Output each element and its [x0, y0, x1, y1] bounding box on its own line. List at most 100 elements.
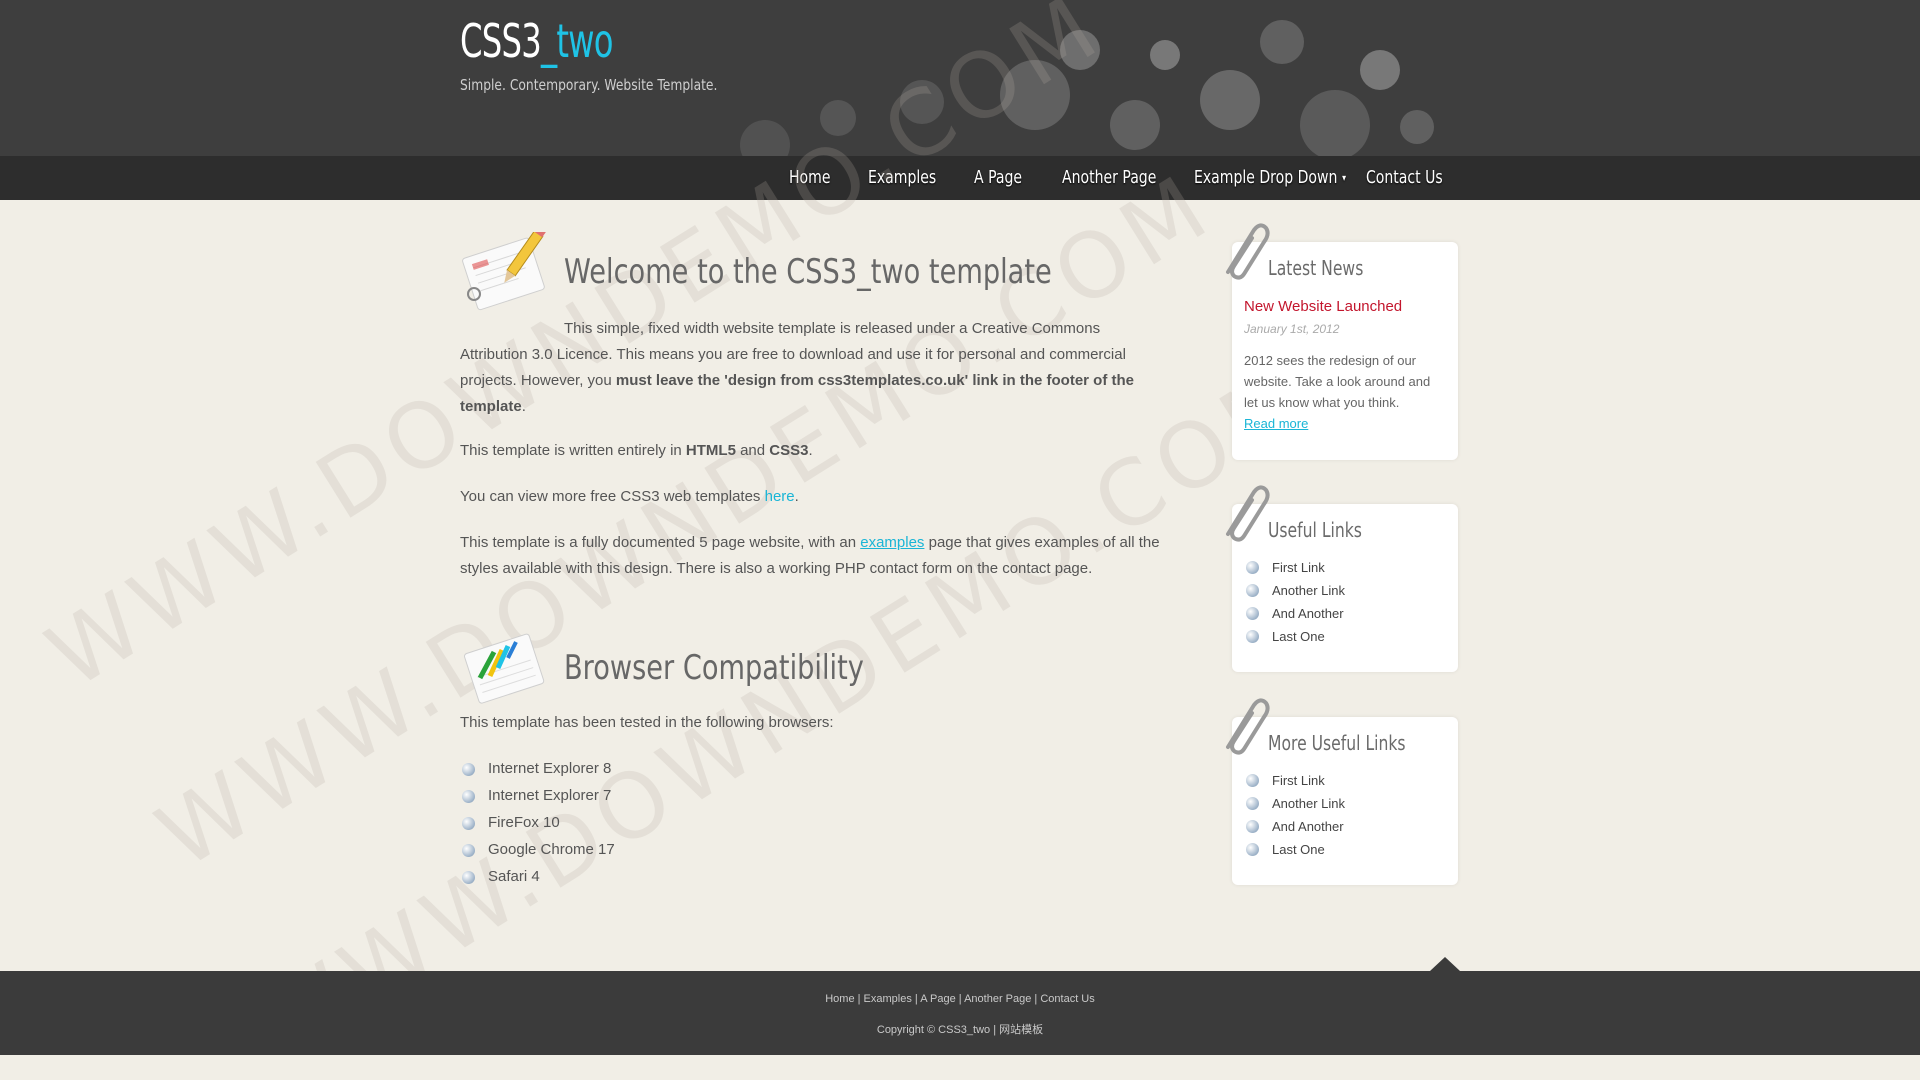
- sidebar-link[interactable]: Last One: [1244, 629, 1345, 652]
- bokeh-decoration: [1000, 60, 1070, 130]
- sidebar-link[interactable]: Another Link: [1244, 796, 1345, 819]
- dropdown-arrow-icon: ▾: [1342, 172, 1347, 184]
- list-item-label: Internet Explorer 7: [488, 787, 612, 804]
- bullet-icon: [462, 763, 475, 776]
- bullet-icon: [462, 817, 475, 830]
- footer-link-a-page[interactable]: A Page: [920, 993, 955, 1005]
- paperclip-icon: [1226, 698, 1270, 755]
- documented-text: This template is a fully documented 5 pa…: [460, 534, 857, 551]
- more-templates-end: .: [794, 488, 799, 505]
- bullet-icon: [1246, 820, 1259, 833]
- here-link[interactable]: here: [765, 488, 795, 505]
- browser-compat-title: Browser Compatibility: [564, 648, 864, 688]
- read-more-link[interactable]: Read more: [1244, 416, 1308, 431]
- welcome-title: Welcome to the CSS3_two template: [564, 252, 1052, 292]
- bullet-icon: [1246, 797, 1259, 810]
- list-item: Google Chrome 17: [460, 841, 615, 868]
- sidebar-link[interactable]: And Another: [1244, 606, 1345, 629]
- paperclip-icon: [1226, 485, 1270, 542]
- css3-label: CSS3: [769, 442, 809, 459]
- bokeh-decoration: [1260, 20, 1304, 64]
- footer-link-home[interactable]: Home: [825, 993, 854, 1005]
- footer-copyright: Copyright © CSS3_two | 网站模板: [876, 1024, 1044, 1036]
- tech-end: .: [808, 442, 813, 459]
- intro-end: .: [521, 398, 526, 415]
- sidebar-link-label: Another Link: [1272, 796, 1345, 811]
- sidebar-link-label: And Another: [1272, 606, 1344, 621]
- nav-item-examples[interactable]: Examples: [868, 167, 936, 188]
- list-item-label: Google Chrome 17: [488, 841, 615, 858]
- main-nav: Home Examples A Page Another Page Exampl…: [0, 156, 1920, 200]
- footer-links: Home | Examples | A Page | Another Page …: [0, 993, 1920, 1005]
- sidebar-link[interactable]: And Another: [1244, 819, 1345, 842]
- logo-main: CSS3: [460, 14, 542, 68]
- edit-document-icon: [462, 232, 547, 311]
- footer-link-another-page[interactable]: Another Page: [964, 993, 1031, 1005]
- footer-separator: |: [1034, 993, 1038, 1005]
- footer-link-examples[interactable]: Examples: [864, 993, 912, 1005]
- bullet-icon: [462, 790, 475, 803]
- list-item-label: FireFox 10: [488, 814, 560, 831]
- bokeh-decoration: [1200, 70, 1260, 130]
- useful-links-box: Useful Links First Link Another Link And…: [1226, 485, 1458, 672]
- bokeh-decoration: [820, 100, 856, 136]
- bokeh-decoration: [900, 80, 944, 124]
- bullet-icon: [1246, 561, 1259, 574]
- nav-item-contact-us[interactable]: Contact Us: [1366, 167, 1443, 188]
- bokeh-decoration: [1360, 50, 1400, 90]
- browser-list: Internet Explorer 8 Internet Explorer 7 …: [460, 760, 615, 895]
- news-item-date: January 1st, 2012: [1244, 322, 1340, 336]
- more-useful-links-box: More Useful Links First Link Another Lin…: [1226, 698, 1458, 885]
- and-text: and: [740, 442, 766, 459]
- bullet-icon: [462, 844, 475, 857]
- more-templates-paragraph: You can view more free CSS3 web template…: [460, 484, 1160, 510]
- bullet-icon: [1246, 774, 1259, 787]
- site-footer: Home | Examples | A Page | Another Page …: [0, 971, 1920, 1055]
- useful-links-title: Useful Links: [1268, 518, 1362, 542]
- sidebar-link-label: First Link: [1272, 560, 1325, 575]
- latest-news-title: Latest News: [1268, 256, 1364, 280]
- nav-item-label: Example Drop Down: [1194, 167, 1338, 188]
- footer-separator: |: [914, 993, 918, 1005]
- sidebar-link-label: Last One: [1272, 842, 1325, 857]
- sidebar-link[interactable]: First Link: [1244, 773, 1345, 796]
- bullet-icon: [1246, 607, 1259, 620]
- nav-item-example-drop-down[interactable]: Example Drop Down ▾: [1194, 167, 1346, 188]
- bokeh-decoration: [1150, 40, 1180, 70]
- sidebar-link[interactable]: Last One: [1244, 842, 1345, 865]
- bokeh-decoration: [1110, 100, 1160, 150]
- site-logo[interactable]: CSS3_two: [460, 14, 614, 68]
- bokeh-decoration: [1060, 30, 1100, 70]
- nav-item-home[interactable]: Home: [789, 167, 830, 188]
- logo-accent: _two: [540, 14, 614, 68]
- news-item-text: 2012 sees the redesign of our website. T…: [1244, 353, 1431, 410]
- sidebar-link-label: And Another: [1272, 819, 1344, 834]
- tech-paragraph: This template is written entirely in HTM…: [460, 438, 1160, 464]
- more-templates-text: You can view more free CSS3 web template…: [460, 488, 761, 505]
- bokeh-decoration: [740, 120, 790, 156]
- nav-item-a-page[interactable]: A Page: [974, 167, 1022, 188]
- list-item: Safari 4: [460, 868, 615, 895]
- sidebar-link-label: Last One: [1272, 629, 1325, 644]
- site-slogan: Simple. Contemporary. Website Template.: [460, 76, 718, 94]
- bullet-icon: [1246, 584, 1259, 597]
- list-item-label: Safari 4: [488, 868, 540, 885]
- html5-label: HTML5: [685, 442, 736, 459]
- news-item-title[interactable]: New Website Launched: [1244, 298, 1402, 315]
- chart-document-icon: [464, 633, 545, 704]
- sidebar-link-label: Another Link: [1272, 583, 1345, 598]
- footer-separator: |: [857, 993, 861, 1005]
- sidebar-link[interactable]: Another Link: [1244, 583, 1345, 606]
- sidebar-link-label: First Link: [1272, 773, 1325, 788]
- footer-notch: [1430, 957, 1460, 971]
- examples-link[interactable]: examples: [860, 534, 924, 551]
- bullet-icon: [1246, 630, 1259, 643]
- useful-links-list: First Link Another Link And Another Last…: [1244, 560, 1345, 652]
- paperclip-icon: [1226, 223, 1270, 280]
- footer-separator: |: [958, 993, 962, 1005]
- footer-link-contact-us[interactable]: Contact Us: [1040, 993, 1094, 1005]
- sidebar-link[interactable]: First Link: [1244, 560, 1345, 583]
- bokeh-decoration: [1400, 110, 1434, 144]
- list-item: Internet Explorer 7: [460, 787, 615, 814]
- nav-item-another-page[interactable]: Another Page: [1062, 167, 1156, 188]
